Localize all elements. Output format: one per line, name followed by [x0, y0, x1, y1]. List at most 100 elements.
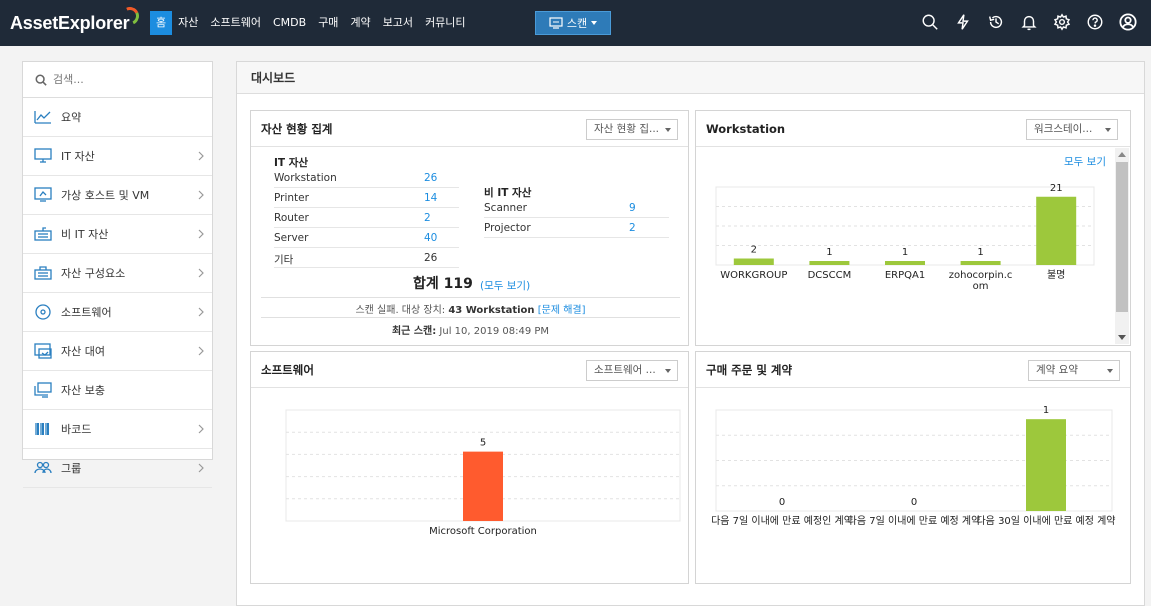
- chevron-right-icon: [197, 151, 205, 161]
- summary-row-value[interactable]: 2: [424, 212, 431, 224]
- loan-icon: [33, 342, 53, 360]
- scrollbar[interactable]: [1115, 148, 1129, 344]
- bell-icon[interactable]: [1018, 11, 1040, 33]
- software-select-value: 소프트웨어 ...: [594, 364, 656, 376]
- bar[interactable]: [1036, 196, 1077, 265]
- nav-item-2[interactable]: 소프트웨어: [204, 11, 267, 35]
- top-icons: [919, 11, 1139, 33]
- asset-summary-header: 자산 현황 집계 자산 현황 집...: [251, 111, 688, 147]
- view-all-link[interactable]: (모두 보기): [480, 278, 530, 293]
- nav-item-7[interactable]: 커뮤니티: [419, 11, 471, 35]
- caret-down-icon: [1107, 369, 1113, 373]
- software-title: 소프트웨어: [261, 362, 314, 377]
- bar[interactable]: [733, 258, 774, 266]
- troubleshoot-link[interactable]: [문제 해결]: [538, 305, 586, 316]
- data-label: 1: [977, 247, 983, 258]
- last-scan-value: Jul 10, 2019 08:49 PM: [439, 326, 550, 337]
- asset-summary-select-value: 자산 현황 집...: [594, 123, 659, 135]
- lightning-icon[interactable]: [952, 11, 974, 33]
- assetexplorer-logo[interactable]: AssetExplorer: [10, 4, 143, 36]
- sidebar-item-label: IT 자산: [61, 150, 95, 163]
- nav-item-3[interactable]: CMDB: [267, 11, 312, 35]
- sidebar-search-input[interactable]: [53, 73, 193, 86]
- category-label: 다음 7일 이내에 만료 예정인 계약: [711, 515, 853, 527]
- sidebar-item-8[interactable]: 바코드: [23, 410, 212, 449]
- nav-item-5[interactable]: 계약: [344, 11, 376, 35]
- history-icon[interactable]: [985, 11, 1007, 33]
- keyboard-icon: [33, 225, 53, 243]
- summary-row-value[interactable]: 40: [424, 232, 437, 244]
- help-icon[interactable]: [1084, 11, 1106, 33]
- sidebar-item-3[interactable]: 비 IT 자산: [23, 215, 212, 254]
- bar[interactable]: [463, 451, 503, 521]
- total-count: 합계 119: [413, 276, 473, 292]
- purchase-select[interactable]: 계약 요약: [1028, 360, 1120, 381]
- summary-row-value[interactable]: 14: [424, 192, 437, 204]
- nav-item-6[interactable]: 보고서: [377, 11, 419, 35]
- software-widget: 소프트웨어 소프트웨어 ... 5 Microsoft Corporation: [250, 351, 689, 584]
- sidebar-item-0[interactable]: 요약: [23, 98, 212, 137]
- scan-button[interactable]: 스캔: [535, 11, 611, 35]
- scrollbar-thumb[interactable]: [1116, 162, 1128, 312]
- asset-summary-select[interactable]: 자산 현황 집...: [586, 119, 678, 140]
- purchase-chart: 0 다음 7일 이내에 만료 예정인 계약 0 다음 7일 이내에 만료 예정 계약 1…: [696, 389, 1132, 584]
- sidebar-item-2[interactable]: 가상 호스트 및 VM: [23, 176, 212, 215]
- search-icon[interactable]: [919, 11, 941, 33]
- nav-item-0[interactable]: 홈: [150, 11, 173, 35]
- summary-row-name: Server: [274, 232, 309, 244]
- scroll-down-icon[interactable]: [1118, 335, 1126, 340]
- group-icon: [33, 459, 53, 477]
- summary-row-value[interactable]: 2: [629, 222, 636, 234]
- sidebar-item-6[interactable]: 자산 대여: [23, 332, 212, 371]
- workstation-select-value: 워크스테이...: [1034, 123, 1093, 135]
- caret-down-icon: [665, 128, 671, 132]
- workstation-header: Workstation 워크스테이...: [696, 111, 1130, 147]
- sidebar-item-5[interactable]: 소프트웨어: [23, 293, 212, 332]
- sidebar-item-4[interactable]: 자산 구성요소: [23, 254, 212, 293]
- category-label: zohocorpin.c om: [949, 270, 1013, 292]
- bar[interactable]: [1026, 419, 1066, 511]
- sidebar-item-label: 요약: [61, 111, 82, 124]
- data-label: 0: [911, 497, 917, 508]
- chevron-right-icon: [197, 268, 205, 278]
- sidebar-item-label: 비 IT 자산: [61, 228, 109, 241]
- summary-row-value[interactable]: 26: [424, 172, 437, 184]
- scroll-up-icon[interactable]: [1118, 152, 1126, 157]
- category-label-line: zohocorpin.c: [949, 270, 1013, 281]
- nav-item-1[interactable]: 자산: [172, 11, 204, 35]
- summary-row-value[interactable]: 9: [629, 202, 636, 214]
- chevron-right-icon: [197, 346, 205, 356]
- purchase-select-value: 계약 요약: [1036, 364, 1078, 376]
- divider: [261, 297, 680, 298]
- software-select[interactable]: 소프트웨어 ...: [586, 360, 678, 381]
- software-chart: 5 Microsoft Corporation: [251, 389, 690, 584]
- gear-icon[interactable]: [1051, 11, 1073, 33]
- sidebar-item-label: 자산 구성요소: [61, 267, 126, 280]
- bar[interactable]: [809, 261, 850, 265]
- user-icon[interactable]: [1117, 11, 1139, 33]
- caret-down-icon: [1105, 128, 1111, 132]
- sidebar-item-1[interactable]: IT 자산: [23, 137, 212, 176]
- nav-item-4[interactable]: 구매: [312, 11, 344, 35]
- top-navigation-bar: AssetExplorer 홈 자산 소프트웨어 CMDB 구매 계약 보고서 커뮤니티 스캔: [0, 0, 1151, 46]
- barcode-icon: [33, 420, 53, 438]
- divider: [261, 317, 680, 318]
- sidebar: 요약 IT 자산가상 호스트 및 VM 비 IT 자산자산 구성요소소프트웨어자산 …: [22, 61, 213, 488]
- sidebar-item-7[interactable]: 자산 보충: [23, 371, 212, 410]
- summary-row: Workstation 26: [274, 169, 459, 188]
- data-label: 5: [480, 438, 486, 449]
- category-label: 다음 7일 이내에 만료 예정 계약: [848, 515, 981, 527]
- workstation-select[interactable]: 워크스테이...: [1026, 119, 1118, 140]
- bar[interactable]: [960, 261, 1001, 265]
- workstation-title: Workstation: [706, 121, 786, 136]
- caret-down-icon: [665, 369, 671, 373]
- sidebar-item-9[interactable]: 그룹: [23, 449, 212, 488]
- bar[interactable]: [885, 261, 925, 265]
- category-label: 다음 30일 이내에 만료 예정 계약: [976, 515, 1115, 527]
- summary-row-name: Projector: [484, 222, 531, 234]
- software-header: 소프트웨어 소프트웨어 ...: [251, 352, 688, 388]
- workstation-chart: 2 WORKGROUP 1 DCSCCM 1 ERPQA1 1 zohocorpin.c om 2…: [696, 148, 1116, 346]
- page-title: 대시보드: [237, 62, 1144, 94]
- summary-row: Printer 14: [274, 189, 459, 208]
- data-label: 21: [1050, 183, 1063, 194]
